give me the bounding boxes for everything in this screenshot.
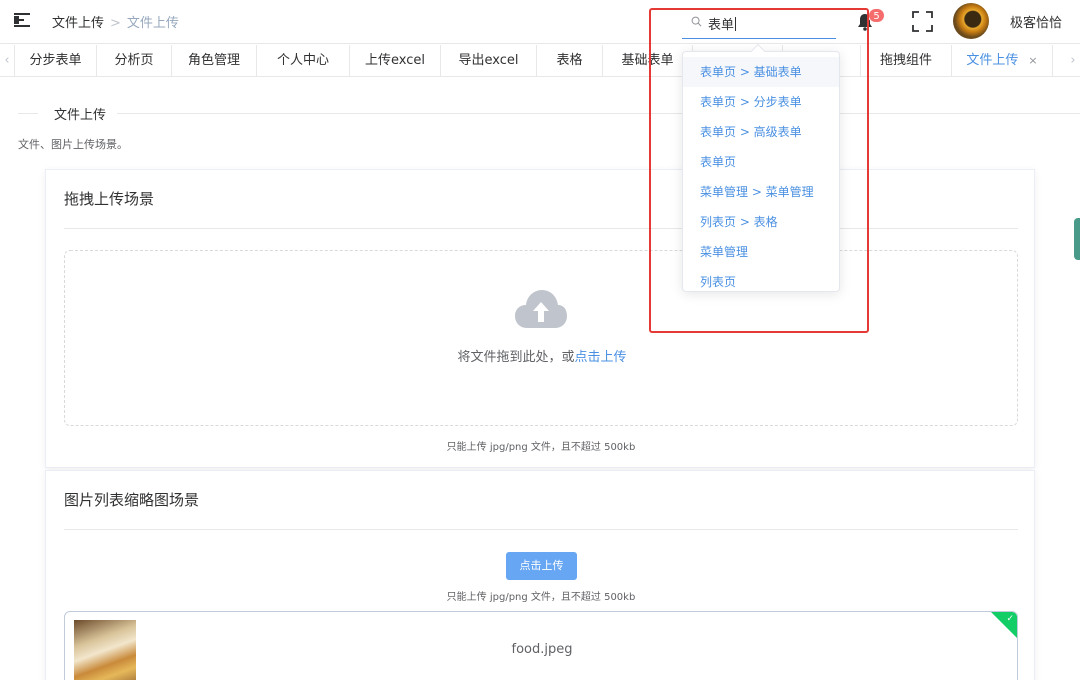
- tab-file-upload[interactable]: 文件上传 ×: [952, 45, 1053, 76]
- tab-label: 文件上传: [966, 53, 1019, 68]
- tab-basic-form[interactable]: 基础表单: [603, 45, 693, 76]
- header-search-input[interactable]: 表单: [682, 8, 836, 39]
- tags-view-bar: ‹ 分步表单 分析页 角色管理 个人中心 上传excel 导出excel 表格 …: [0, 45, 1080, 77]
- search-suggestion-item[interactable]: 表单页 > 分步表单: [683, 87, 839, 117]
- title-divider: [117, 113, 1080, 114]
- card-divider: [64, 228, 1018, 229]
- hamburger-menu-icon[interactable]: [14, 13, 30, 27]
- upload-tip: 只能上传 jpg/png 文件，且不超过 500kb: [446, 442, 636, 453]
- search-suggestion-item[interactable]: 列表页 > 表格: [683, 207, 839, 237]
- tab-close-icon[interactable]: ×: [1028, 54, 1037, 67]
- breadcrumb: 文件上传 > 文件上传: [52, 12, 179, 31]
- search-suggestion-item[interactable]: 菜单管理 > 菜单管理: [683, 177, 839, 207]
- page-title: 文件上传: [52, 104, 109, 123]
- dropzone-text: 将文件拖到此处，或点击上传: [65, 346, 1019, 365]
- cloud-upload-icon: [515, 290, 567, 328]
- check-icon: ✓: [1006, 614, 1014, 624]
- card-title: 图片列表缩略图场景: [64, 491, 200, 509]
- thumbnail-list-card: 图片列表缩略图场景 点击上传 只能上传 jpg/png 文件，且不超过 500k…: [45, 470, 1035, 680]
- settings-drawer-handle[interactable]: [1074, 218, 1080, 260]
- drag-upload-card: 拖拽上传场景 将文件拖到此处，或点击上传 只能上传 jpg/png 文件，且不超…: [45, 169, 1035, 468]
- tab-label: 分析页: [114, 53, 154, 68]
- fullscreen-icon[interactable]: [912, 11, 933, 32]
- user-avatar[interactable]: [953, 3, 989, 39]
- title-divider: [18, 113, 38, 114]
- search-suggestion-item[interactable]: 表单页 > 基础表单: [683, 57, 839, 87]
- click-upload-link[interactable]: 点击上传: [575, 350, 627, 365]
- breadcrumb-item[interactable]: 文件上传: [52, 16, 104, 31]
- search-suggestions-dropdown: 表单页 > 基础表单 表单页 > 分步表单 表单页 > 高级表单 表单页 菜单管…: [682, 43, 840, 292]
- breadcrumb-current: 文件上传: [126, 16, 179, 31]
- search-suggestion-item[interactable]: 菜单管理: [683, 237, 839, 267]
- uploaded-file-item[interactable]: food.jpeg ✓: [64, 611, 1018, 680]
- tab-label: 导出excel: [458, 53, 519, 68]
- scroll-left-icon[interactable]: ‹: [0, 45, 14, 76]
- search-icon: [691, 16, 702, 27]
- search-suggestion-item[interactable]: 表单页 > 高级表单: [683, 117, 839, 147]
- top-navbar: 文件上传 > 文件上传 表单 5 极客恰恰: [0, 0, 1080, 44]
- tab-role-management[interactable]: 角色管理: [172, 45, 257, 76]
- scroll-right-icon[interactable]: ›: [1066, 45, 1080, 76]
- search-suggestion-item[interactable]: 列表页: [683, 267, 839, 297]
- card-title: 拖拽上传场景: [64, 190, 155, 208]
- username[interactable]: 极客恰恰: [1010, 12, 1062, 31]
- tab-label: 角色管理: [187, 53, 240, 68]
- breadcrumb-separator: >: [110, 16, 121, 31]
- tab-label: 分步表单: [29, 53, 82, 68]
- click-upload-button[interactable]: 点击上传: [506, 552, 577, 580]
- tab-upload-excel[interactable]: 上传excel: [350, 45, 441, 76]
- tab-personal-center[interactable]: 个人中心: [257, 45, 350, 76]
- tab-drag-component[interactable]: 拖拽组件: [861, 45, 952, 76]
- tab-table[interactable]: 表格: [537, 45, 603, 76]
- search-input-value[interactable]: 表单: [708, 14, 736, 33]
- dropzone-hint: 将文件拖到此处，或: [457, 350, 575, 365]
- tab-label: 基础表单: [621, 53, 674, 68]
- tab-label: 个人中心: [276, 53, 329, 68]
- tab-label: 表格: [556, 53, 583, 68]
- tab-label: 上传excel: [365, 53, 425, 68]
- upload-dropzone[interactable]: 将文件拖到此处，或点击上传: [64, 250, 1018, 426]
- card-divider: [64, 529, 1018, 530]
- tab-label: 拖拽组件: [879, 53, 932, 68]
- notification-badge: 5: [868, 8, 885, 23]
- tab-export-excel[interactable]: 导出excel: [441, 45, 537, 76]
- search-suggestion-item[interactable]: 表单页: [683, 147, 839, 177]
- tab-analysis[interactable]: 分析页: [97, 45, 172, 76]
- page-description: 文件、图片上传场景。: [18, 138, 128, 151]
- tab-step-form[interactable]: 分步表单: [14, 45, 97, 76]
- file-name: food.jpeg: [511, 642, 573, 657]
- upload-tip: 只能上传 jpg/png 文件，且不超过 500kb: [446, 592, 636, 603]
